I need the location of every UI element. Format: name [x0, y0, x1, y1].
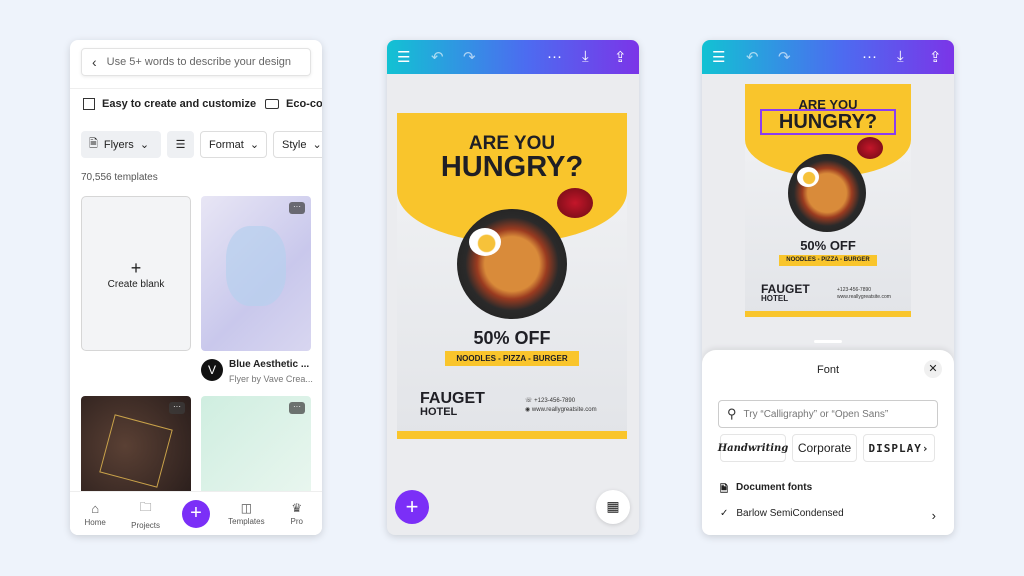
sliders-icon: ☰	[175, 139, 186, 151]
sheet-drag-handle[interactable]	[814, 340, 842, 343]
redo-icon[interactable]: ↷	[463, 48, 476, 66]
style-filter[interactable]: Style ⌄	[273, 131, 322, 158]
chevron-down-icon: ⌄	[249, 139, 260, 151]
template-card-blue-aesthetic[interactable]: ···	[201, 196, 311, 351]
more-icon[interactable]: ···	[862, 48, 877, 65]
font-editor-screen: ☰ ↶ ↷ ··· ⤓ ⇪ ARE YOU HUNGRY? 50% OFF NO…	[702, 40, 954, 535]
template-card-thank-you[interactable]: ···	[81, 396, 191, 496]
nav-projects[interactable]: 🗀 Projects	[126, 498, 166, 530]
chevron-down-icon: ⌄	[139, 139, 150, 151]
download-icon[interactable]: ⤓	[897, 48, 904, 65]
noodle-bowl-image	[788, 154, 866, 232]
home-icon: ⌂	[91, 500, 100, 516]
nav-home[interactable]: ⌂ Home	[75, 501, 115, 527]
nav-templates[interactable]: ◫ Templates	[226, 501, 266, 526]
feature-easy: Easy to create and customize	[83, 98, 256, 110]
more-options-icon[interactable]: ···	[169, 402, 185, 414]
share-icon[interactable]: ⇪	[614, 48, 627, 66]
document-icon: 🗎	[720, 484, 729, 495]
crown-icon: ♛	[291, 501, 303, 515]
category-corporate[interactable]: Corporate	[792, 434, 857, 462]
globe-icon: ◉	[525, 407, 532, 413]
undo-icon[interactable]: ↶	[746, 48, 759, 66]
format-filter[interactable]: Format ⌄	[200, 131, 267, 158]
category-handwriting[interactable]: Handwriting	[718, 434, 788, 462]
phone-icon: ☏	[525, 398, 535, 404]
flyer-canvas[interactable]: ARE YOU HUNGRY? 50% OFF NOODLES - PIZZA …	[745, 84, 911, 317]
bottom-nav: ⌂ Home 🗀 Projects + ◫ Templates ♛ Pro	[70, 491, 322, 535]
font-search-input[interactable]: ⚲ Try “Calligraphy” or “Open Sans”	[718, 400, 938, 428]
sheet-title: Font	[816, 364, 839, 376]
close-button[interactable]: ✕	[924, 360, 942, 378]
redo-icon[interactable]: ↷	[778, 48, 791, 66]
editor-header: ☰ ↶ ↷ ··· ⤓ ⇪	[702, 40, 954, 74]
noodle-bowl-image	[457, 209, 567, 319]
editor-screen: ☰ ↶ ↷ ··· ⤓ ⇪ ARE YOU HUNGRY? 50% OFF NO…	[387, 40, 639, 535]
chili-image	[557, 188, 593, 218]
document-fonts-heading: 🗎 Document fonts	[720, 482, 812, 499]
grid-icon: ▦	[606, 498, 620, 514]
chili-image	[857, 137, 883, 159]
menu-icon[interactable]: ☰	[397, 48, 410, 66]
menu-icon[interactable]: ☰	[712, 48, 725, 66]
template-count: 70,556 templates	[81, 172, 158, 183]
document-icon: 🗎	[89, 138, 98, 150]
creator-avatar: V	[201, 359, 223, 381]
more-options-icon[interactable]: ···	[289, 202, 305, 214]
back-icon[interactable]: ‹	[92, 54, 97, 70]
layout-icon	[83, 98, 95, 110]
flyer-canvas[interactable]: ARE YOU HUNGRY? 50% OFF NOODLES - PIZZA …	[397, 113, 627, 439]
font-item-barlow[interactable]: ✓ Barlow SemiCondensed ›	[720, 508, 936, 523]
create-blank-button[interactable]: + Create blank	[81, 196, 191, 351]
eco-icon	[265, 99, 279, 109]
add-element-button[interactable]: +	[395, 490, 429, 524]
chevron-down-icon: ⌄	[312, 139, 322, 151]
folder-icon: 🗀	[139, 499, 152, 514]
share-icon[interactable]: ⇪	[929, 48, 942, 66]
template-title: Blue Aesthetic ...	[229, 359, 310, 370]
chevron-right-icon: ›	[921, 441, 930, 455]
create-button[interactable]: +	[181, 499, 210, 528]
pages-grid-button[interactable]: ▦	[596, 490, 630, 524]
filter-settings-button[interactable]: ☰	[167, 131, 194, 158]
flyers-filter[interactable]: 🗎 Flyers ⌄	[81, 131, 161, 158]
font-sheet: Font ✕ ⚲ Try “Calligraphy” or “Open Sans”…	[702, 350, 954, 535]
editor-header: ☰ ↶ ↷ ··· ⤓ ⇪	[387, 40, 639, 74]
download-icon[interactable]: ⤓	[582, 48, 589, 65]
check-icon: ✓	[720, 508, 729, 519]
text-selection-box[interactable]	[760, 109, 896, 135]
feature-eco: Eco-co	[265, 98, 322, 110]
undo-icon[interactable]: ↶	[431, 48, 444, 66]
search-input[interactable]: ‹ Use 5+ words to describe your design	[81, 48, 311, 76]
search-icon: ⚲	[727, 406, 737, 421]
close-icon: ✕	[928, 363, 938, 375]
template-browser-screen: ‹ Use 5+ words to describe your design Ea…	[70, 40, 322, 535]
more-icon[interactable]: ···	[547, 48, 562, 65]
template-card-mint-wedding[interactable]: ···	[201, 396, 311, 496]
template-subtitle: Flyer by Vave Crea...	[229, 374, 313, 384]
chevron-right-icon: ›	[931, 508, 936, 523]
nav-pro[interactable]: ♛ Pro	[277, 501, 317, 526]
templates-icon: ◫	[240, 501, 253, 515]
plus-icon: +	[130, 257, 142, 278]
category-display[interactable]: DISPLAY ›	[863, 434, 935, 462]
more-options-icon[interactable]: ···	[289, 402, 305, 414]
